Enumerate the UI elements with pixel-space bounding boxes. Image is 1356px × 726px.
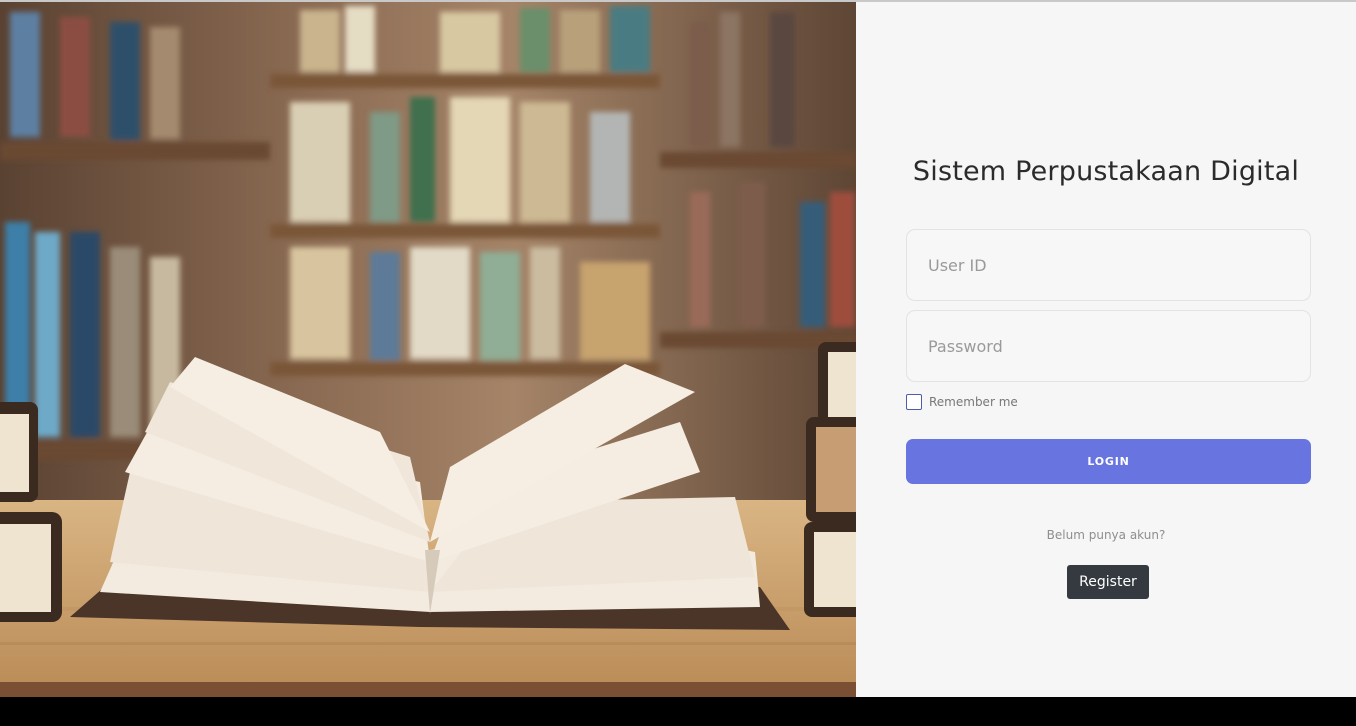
user-id-input[interactable] — [906, 229, 1311, 301]
no-account-text: Belum punya akun? — [1046, 528, 1166, 542]
login-button[interactable]: LOGIN — [906, 439, 1311, 484]
login-page: Sistem Perpustakaan Digital Remember me … — [0, 0, 1356, 697]
remember-me-toggle[interactable]: Remember me — [906, 394, 1018, 410]
remember-me-checkbox[interactable] — [906, 394, 922, 410]
register-button[interactable]: Register — [1067, 565, 1149, 599]
remember-me-label: Remember me — [929, 395, 1018, 409]
page-title: Sistem Perpustakaan Digital — [912, 156, 1300, 187]
open-book-illustration — [0, 2, 856, 697]
password-input[interactable] — [906, 310, 1311, 382]
library-background-image — [0, 2, 856, 697]
login-panel: Sistem Perpustakaan Digital Remember me … — [856, 2, 1356, 697]
bottom-black-bar — [0, 697, 1356, 726]
top-divider — [0, 0, 1356, 2]
